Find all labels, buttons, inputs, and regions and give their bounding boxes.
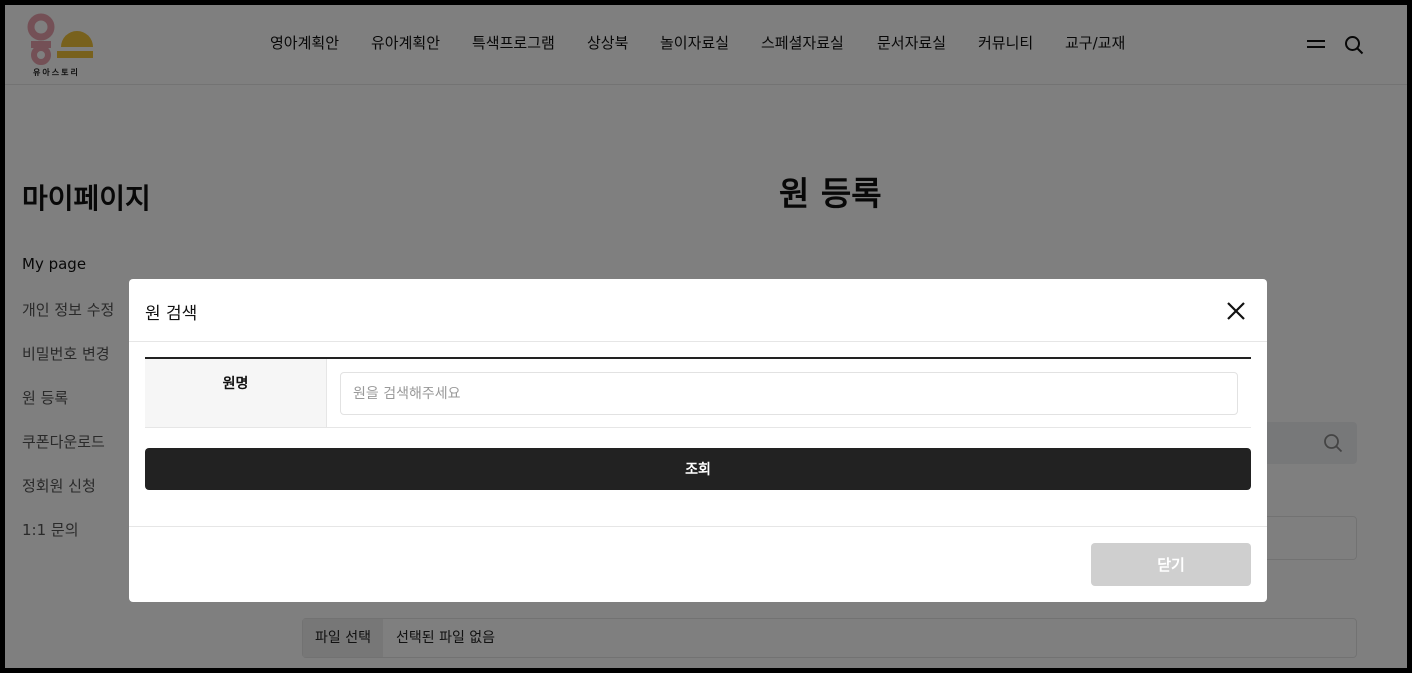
modal-title: 원 검색 (145, 304, 198, 324)
modal-header: 원 검색 (129, 279, 1267, 342)
browser-viewport: 유아스토리 영아계획안 유아계획안 특색프로그램 상상북 놀이자료실 스페셜자료… (5, 5, 1407, 668)
search-button[interactable]: 조회 (145, 448, 1251, 490)
school-name-input[interactable] (340, 372, 1238, 415)
close-icon[interactable] (1225, 300, 1247, 322)
search-form: 원명 (145, 357, 1251, 428)
school-search-modal: 원 검색 원명 조회 닫기 (129, 279, 1267, 602)
close-button[interactable]: 닫기 (1091, 543, 1251, 586)
school-name-label: 원명 (145, 359, 327, 427)
modal-footer: 닫기 (129, 526, 1267, 602)
